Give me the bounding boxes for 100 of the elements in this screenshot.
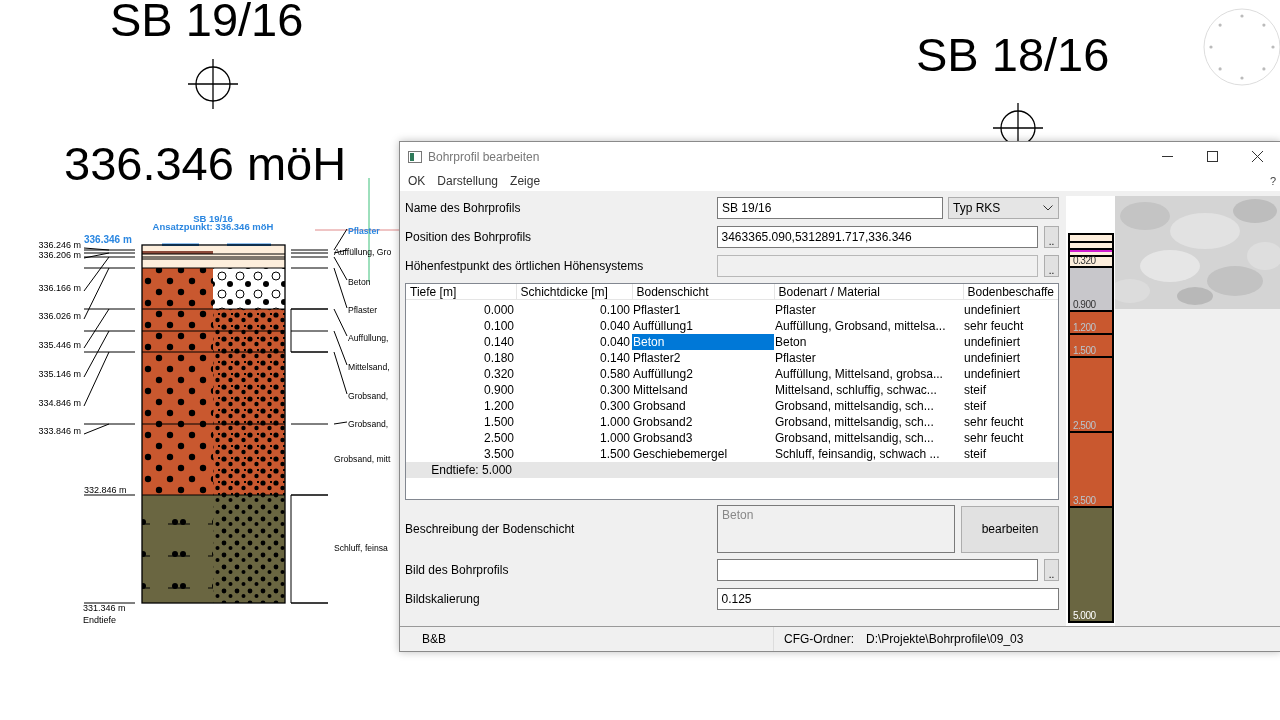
table-cell-text: 1.000 xyxy=(598,430,631,446)
layer-label: Grobsand, mitt xyxy=(334,454,391,464)
drawing-title: SB 19/16 xyxy=(110,0,304,46)
table-cell-text: 0.900 xyxy=(482,382,515,398)
table-cell[interactable]: Geschiebemergel xyxy=(632,446,774,462)
close-icon[interactable] xyxy=(1252,151,1263,162)
table-cell-text: Pflaster xyxy=(774,350,817,366)
depth-label: 3.500 xyxy=(1072,495,1096,506)
depth-label: 1.200 xyxy=(1072,322,1096,333)
table-cell-text: Grobsand, mittelsandig, sch... xyxy=(774,414,935,430)
depth-label: 332.846 m xyxy=(84,485,127,495)
table-cell-text: 1.500 xyxy=(482,414,515,430)
depth-label: 334.846 m xyxy=(38,398,81,408)
table-cell-text: Auffüllung, Mittelsand, grobsa... xyxy=(774,366,944,382)
window-title: Bohrprofil bearbeiten xyxy=(428,149,541,164)
column-header[interactable]: Schichtdicke [m] xyxy=(516,284,632,300)
table-cell[interactable]: Grobsand xyxy=(632,398,774,414)
depth-label: 2.500 xyxy=(1072,420,1096,431)
menu-item[interactable]: Darstellung xyxy=(431,174,505,188)
depth-label: 336.026 m xyxy=(38,311,81,321)
layer-label: Pflaster xyxy=(348,226,380,236)
table-cell-text: 0.100 xyxy=(598,302,631,318)
table-cell[interactable]: Beton xyxy=(632,334,774,350)
table-cell-text: 0.100 xyxy=(482,318,515,334)
caret-icon xyxy=(1043,205,1053,211)
layer-label: Auffüllung, xyxy=(348,333,389,343)
field-label: Position des Bohrprofils xyxy=(405,230,533,244)
table-cell-text: steif xyxy=(963,398,987,414)
drawing-title: SB 18/16 xyxy=(916,28,1110,81)
column-header[interactable]: Bodenart / Material xyxy=(774,284,963,300)
depth-label: 335.446 m xyxy=(38,340,81,350)
field-label: Bildskalierung xyxy=(405,592,481,606)
menu-item[interactable]: Zeige xyxy=(504,174,547,188)
app-icon xyxy=(408,150,422,163)
layer-label: Grobsand, xyxy=(348,391,389,401)
table-cell[interactable]: Mittelsand xyxy=(632,382,774,398)
depth-label: 336.206 m xyxy=(38,250,81,260)
table-cell-text: 0.320 xyxy=(482,366,515,382)
field-label: Name des Bohrprofils xyxy=(405,201,522,215)
table-cell: 0.040 xyxy=(516,334,632,350)
browse-button[interactable]: .. xyxy=(1044,226,1059,248)
table-cell-text: Mittelsand, schluffig, schwac... xyxy=(774,382,938,398)
table-cell: steif xyxy=(963,446,1058,462)
status-label: CFG-Ordner: xyxy=(784,632,854,646)
table-cell: 3.500 xyxy=(406,446,516,462)
depth-label: 5.000 xyxy=(1072,610,1096,621)
table-cell: 0.140 xyxy=(516,350,632,366)
table-cell: 0.040 xyxy=(516,318,632,334)
type-dropdown[interactable]: Typ RKS xyxy=(948,197,1059,219)
table-cell-text: 1.000 xyxy=(598,414,631,430)
table-cell[interactable]: Grobsand3 xyxy=(632,430,774,446)
profile-subtitle: Ansatzpunkt: 336.346 möH xyxy=(152,221,274,232)
column-header[interactable]: Bodenbeschaffe xyxy=(963,284,1058,300)
table-cell-text: 0.180 xyxy=(482,350,515,366)
table-cell[interactable]: Pflaster1 xyxy=(632,302,774,318)
table-cell-text: 0.300 xyxy=(598,382,631,398)
table-cell-text: 0.140 xyxy=(482,334,515,350)
layer-label: Grobsand, xyxy=(348,419,389,429)
table-cell[interactable]: Pflaster2 xyxy=(632,350,774,366)
table-cell-text: undefiniert xyxy=(963,334,1022,350)
table-cell: 1.500 xyxy=(516,446,632,462)
table-cell[interactable]: Auffüllung1 xyxy=(632,318,774,334)
column-header[interactable]: Tiefe [m] xyxy=(406,284,516,300)
table-cell-text: 2.500 xyxy=(482,430,515,446)
field-label: Beschreibung der Bodenschicht xyxy=(405,522,576,536)
table-cell-text: Pflaster xyxy=(774,302,817,318)
browse-button[interactable]: .. xyxy=(1044,559,1059,581)
depth-label: 331.346 m xyxy=(83,603,126,613)
table-cell-text: Grobsand, mittelsandig, sch... xyxy=(774,430,935,446)
status-text: D:\Projekte\Bohrprofile\09_03 xyxy=(866,632,1024,646)
layer-label: Pflaster xyxy=(348,305,378,315)
input-field[interactable] xyxy=(716,559,1038,581)
table-cell-text: 0.300 xyxy=(598,398,631,414)
status-text: B&B xyxy=(422,632,446,646)
help-menu[interactable]: ? xyxy=(1265,175,1280,187)
layer-label: Auffüllung, Gro xyxy=(334,247,392,257)
input-field[interactable]: SB 19/16 xyxy=(717,197,943,219)
depth-label: 336.246 m xyxy=(38,240,81,250)
end-depth-text: Endtiefe: 5.000 xyxy=(430,462,512,478)
depth-label: 336.166 m xyxy=(38,283,81,293)
input-field[interactable]: 3463365.090,5312891.717,336.346 xyxy=(716,226,1038,248)
profile-title: SB 19/16 xyxy=(193,213,233,224)
table-cell-text: undefiniert xyxy=(963,350,1022,366)
crosshair-icon xyxy=(187,58,239,110)
table-cell-text: 1.200 xyxy=(482,398,515,414)
table-cell-text: Auffüllung, Grobsand, mittelsa... xyxy=(774,318,947,334)
table-cell-text: sehr feucht xyxy=(963,430,1025,446)
field-label: Höhenfestpunkt des örtlichen Höhensystems xyxy=(405,259,645,273)
table-cell[interactable]: Grobsand2 xyxy=(632,414,774,430)
table-cell-text: undefiniert xyxy=(963,366,1022,382)
depth-label: 1.500 xyxy=(1072,345,1096,356)
table-cell-text: undefiniert xyxy=(963,302,1022,318)
table-cell-text: sehr feucht xyxy=(963,414,1025,430)
column-header[interactable]: Bodenschicht xyxy=(632,284,774,300)
input-field[interactable]: 0.125 xyxy=(716,588,1059,610)
maximize-icon[interactable] xyxy=(1207,151,1218,162)
table-cell-text: 0.580 xyxy=(598,366,631,382)
table-cell[interactable]: Auffüllung2 xyxy=(632,366,774,382)
layer-label: Mittelsand, xyxy=(348,362,390,372)
menu-item[interactable]: OK xyxy=(402,174,432,188)
